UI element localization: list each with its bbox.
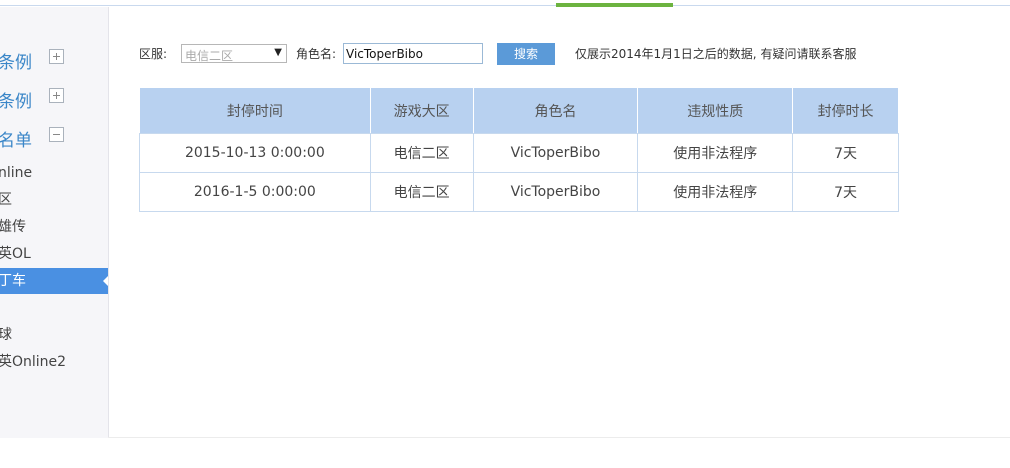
dropdown-arrow-icon: ▼ (274, 47, 282, 58)
table-row: 2016-1-5 0:00:00 电信二区 VicToperBibo 使用非法程… (139, 172, 899, 212)
sidebar-section-2[interactable]: 条例 (0, 84, 108, 112)
sidebar-item[interactable] (0, 295, 108, 321)
region-cell: 电信二区 (369, 172, 474, 212)
role-name-input[interactable] (343, 43, 483, 64)
region-cell: 电信二区 (369, 133, 474, 173)
collapse-icon[interactable] (49, 127, 64, 142)
duration-cell: 7天 (792, 133, 899, 173)
region-select[interactable]: 电信二区 ▼ (181, 44, 287, 63)
search-button[interactable]: 搜索 (497, 43, 555, 65)
sidebar-item[interactable]: 雄传 (0, 214, 108, 240)
region-label: 区服: (139, 47, 168, 61)
data-range-note: 仅展示2014年1月1日之后的数据, 有疑问请联系客服 (575, 47, 857, 61)
ban-records-table: 封停时间 游戏大区 角色名 违规性质 封停时长 2015-10-13 0:00:… (139, 87, 899, 212)
role-name-cell: VicToperBibo (472, 172, 639, 212)
sidebar-item[interactable]: 英Online2 (0, 349, 108, 375)
sidebar-item[interactable]: 英OL (0, 241, 108, 267)
sidebar-section-label: 条例 (0, 92, 32, 112)
role-name-cell: VicToperBibo (472, 133, 639, 173)
active-tab-indicator (556, 3, 673, 7)
duration-cell: 7天 (792, 172, 899, 212)
sidebar-section-3[interactable]: 名单 (0, 123, 108, 151)
table-header-row: 封停时间 游戏大区 角色名 违规性质 封停时长 (139, 87, 899, 134)
sidebar-item-active[interactable]: 丁车 (0, 268, 108, 294)
violation-cell: 使用非法程序 (637, 133, 794, 173)
sidebar-item[interactable]: 区 (0, 187, 108, 213)
column-header: 角色名 (472, 87, 639, 134)
expand-icon[interactable] (49, 88, 64, 103)
column-header: 封停时长 (792, 87, 899, 134)
sidebar-section-label: 条例 (0, 53, 32, 73)
ban-time-cell: 2016-1-5 0:00:00 (139, 172, 371, 212)
sidebar-item[interactable]: nline (0, 160, 108, 186)
bottom-divider (108, 437, 1010, 438)
table-row: 2015-10-13 0:00:00 电信二区 VicToperBibo 使用非… (139, 133, 899, 173)
violation-cell: 使用非法程序 (637, 172, 794, 212)
sidebar-section-1[interactable]: 条例 (0, 45, 108, 73)
sidebar-item[interactable]: 球 (0, 322, 108, 348)
top-border (0, 5, 1010, 6)
sidebar-section-label: 名单 (0, 131, 32, 151)
expand-icon[interactable] (49, 49, 64, 64)
sidebar: 条例 条例 名单 nline 区 雄传 英OL 丁车 球 英Online2 (0, 7, 109, 438)
role-name-label: 角色名: (296, 47, 337, 61)
region-select-value: 电信二区 (185, 49, 234, 63)
column-header: 封停时间 (139, 87, 371, 134)
column-header: 游戏大区 (369, 87, 474, 134)
ban-time-cell: 2015-10-13 0:00:00 (139, 133, 371, 173)
column-header: 违规性质 (637, 87, 794, 134)
